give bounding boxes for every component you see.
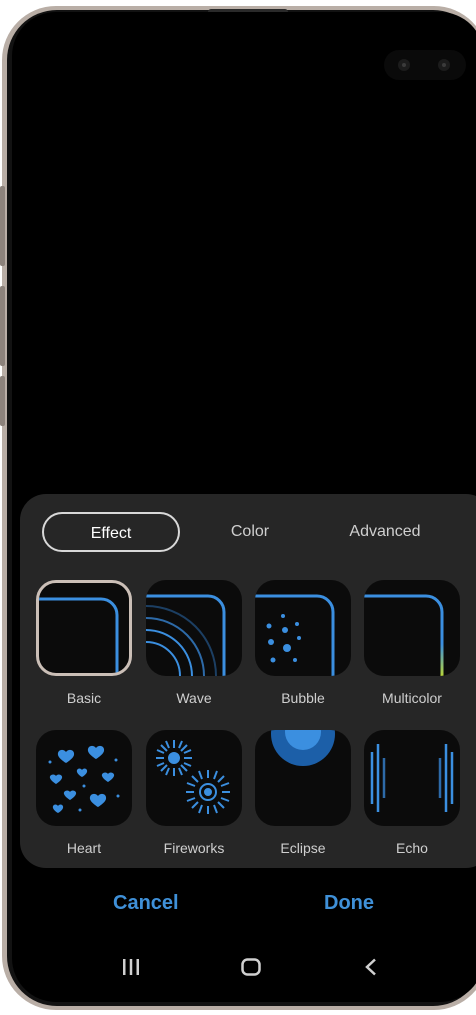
echo-effect-tile[interactable] [364, 730, 460, 826]
bixby-button [0, 286, 5, 366]
camera-lens-icon [438, 59, 450, 71]
cancel-button[interactable]: Cancel [113, 892, 179, 915]
heart-edge-icon [48, 745, 120, 813]
heart-label: Heart [66, 840, 102, 856]
home-icon[interactable] [236, 952, 266, 982]
bubble-effect-tile[interactable] [255, 580, 351, 676]
eclipse-edge-icon [271, 730, 335, 766]
basic-label: Basic [66, 690, 102, 706]
back-icon[interactable] [356, 952, 386, 982]
tab-advanced[interactable]: Advanced [330, 512, 440, 552]
multicolor-label: Multicolor [382, 690, 442, 706]
volume-button [0, 186, 5, 266]
camera-lens-icon [398, 59, 410, 71]
basic-edge-icon [39, 597, 119, 673]
edge-lighting-panel: Effect Color Advanced Basic Wave Bubble … [20, 494, 476, 868]
bubble-edge-icon [255, 594, 335, 676]
echo-label: Echo [396, 840, 428, 856]
screen: Effect Color Advanced Basic Wave Bubble … [12, 12, 476, 1002]
recent-apps-icon[interactable] [116, 952, 146, 982]
done-button[interactable]: Done [324, 892, 374, 915]
wave-edge-icon [146, 594, 226, 676]
wave-label: Wave [176, 690, 212, 706]
echo-edge-icon [370, 744, 454, 812]
fireworks-effect-tile[interactable] [146, 730, 242, 826]
multicolor-effect-tile[interactable] [364, 580, 460, 676]
multicolor-edge-icon [364, 594, 444, 676]
side-button [0, 376, 5, 426]
tab-color[interactable]: Color [210, 512, 290, 552]
eclipse-label: Eclipse [280, 840, 326, 856]
basic-effect-tile[interactable] [36, 580, 132, 676]
tab-effect[interactable]: Effect [42, 512, 180, 552]
eclipse-effect-tile[interactable] [255, 730, 351, 826]
front-camera [384, 50, 466, 80]
wave-effect-tile[interactable] [146, 580, 242, 676]
fireworks-label: Fireworks [163, 840, 225, 856]
bubble-label: Bubble [281, 690, 325, 706]
heart-effect-tile[interactable] [36, 730, 132, 826]
fireworks-edge-icon [156, 740, 230, 814]
